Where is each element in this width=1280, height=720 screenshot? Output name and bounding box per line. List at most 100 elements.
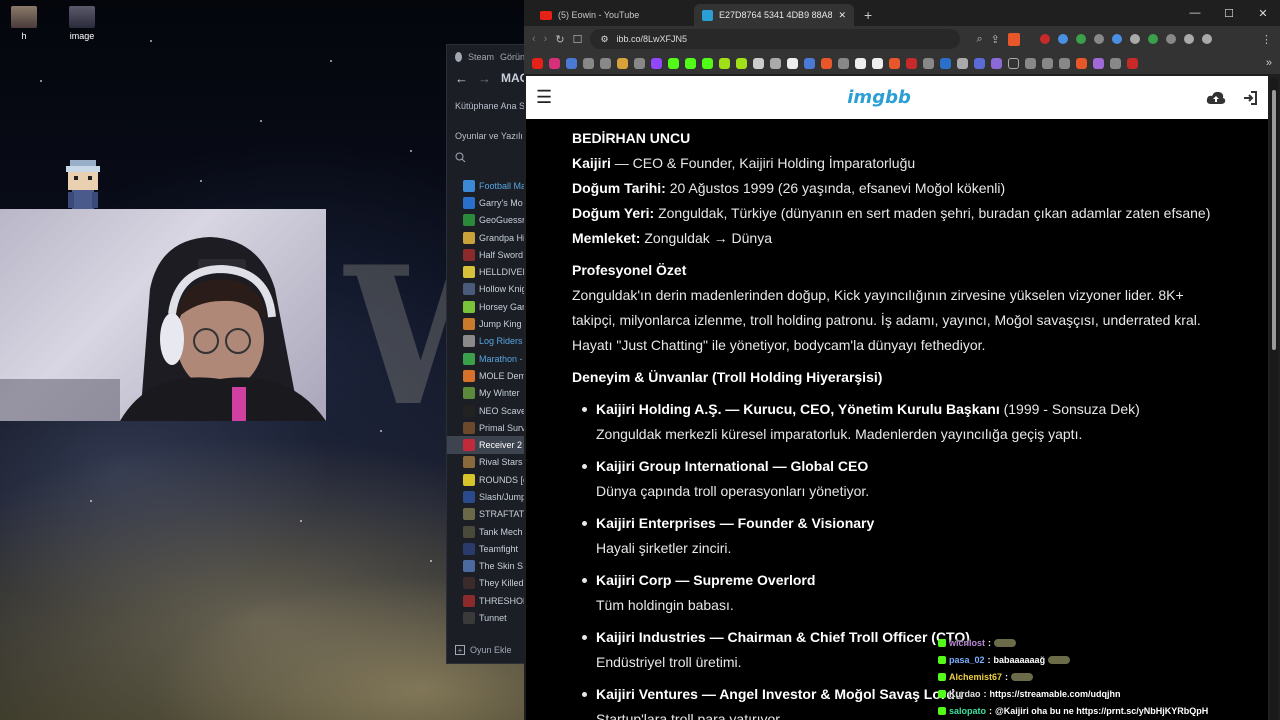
bookmark-icon[interactable] [1127,57,1138,69]
bookmark-icon[interactable] [1025,57,1036,69]
bookmark-icon[interactable] [855,57,866,69]
brave-shield-icon[interactable] [1007,32,1020,46]
bookmark-icon[interactable]: ☐ [573,33,583,46]
imgbb-logo[interactable]: imgbb [847,87,911,108]
bookmark-icon[interactable] [583,57,594,69]
bookmark-icon[interactable] [923,57,934,69]
bookmark-icon[interactable] [617,57,628,69]
close-window-icon[interactable]: ✕ [1246,0,1280,26]
bookmark-icon[interactable] [1059,57,1070,69]
game-name: Marathon - [479,353,523,364]
steam-game-item[interactable]: Primal Surv [447,419,525,436]
steam-game-item[interactable]: Tank Mech [447,523,525,540]
bookmark-icon[interactable] [940,57,951,69]
forward-arrow-icon[interactable]: → [478,71,491,86]
bookmark-icon[interactable] [600,57,611,69]
steam-game-item[interactable]: My Winter [447,385,525,402]
bookmark-youtube-icon[interactable] [532,57,543,69]
bookmark-icon[interactable] [974,57,985,69]
bookmark-instagram-icon[interactable] [549,57,560,69]
back-arrow-icon[interactable]: ← [455,71,468,86]
bookmark-kick-icon[interactable] [668,57,679,69]
close-tab-icon[interactable]: ✕ [838,10,846,21]
steam-game-item[interactable]: Jump King [447,315,525,332]
steam-game-item[interactable]: Tunnet [447,609,525,626]
steam-game-item[interactable]: Teamfight [447,540,525,557]
steam-game-item[interactable]: Rival Stars [447,454,525,471]
steam-game-item[interactable]: They Killed [447,575,525,592]
bookmark-twitch-icon[interactable] [651,57,662,69]
bookmark-icon[interactable] [1093,57,1104,69]
bookmark-icon[interactable] [1076,57,1087,69]
new-tab-button[interactable]: + [864,7,872,23]
add-game-button[interactable]: + Oyun Ekle [455,645,512,655]
bookmark-icon[interactable] [804,57,815,69]
bookmark-icon[interactable] [1110,57,1121,69]
page-scrollbar[interactable] [1270,78,1278,720]
steam-menu-view[interactable]: Görün [500,52,525,62]
back-icon[interactable]: ‹ [532,33,536,45]
upload-icon[interactable] [1206,90,1226,106]
steam-menu-steam[interactable]: Steam [468,52,494,62]
game-icon [463,490,475,503]
tab-youtube[interactable]: (5) Eowin - YouTube [532,4,692,26]
site-info-icon[interactable]: ⚙ [600,34,608,45]
forward-icon[interactable]: › [544,33,548,45]
bookmark-icon[interactable] [719,57,730,69]
scrollbar-thumb[interactable] [1272,90,1276,350]
bookmark-kick-icon[interactable] [702,57,713,69]
bookmark-icon[interactable] [770,57,781,69]
reload-icon[interactable]: ↻ [555,33,564,46]
bookmark-icon[interactable] [991,57,1002,69]
library-home-link[interactable]: Kütüphane Ana S [447,101,525,115]
steam-game-item[interactable]: NEO Scave [447,402,525,419]
bookmark-reddit-icon[interactable] [821,57,832,69]
bookmark-icon[interactable] [872,57,883,69]
tab-label: E27D8764 5341 4DB9 88A8 E80 [719,10,833,20]
bookmark-icon[interactable] [889,57,900,69]
steam-game-item[interactable]: Hollow Knig [447,281,525,298]
address-bar[interactable]: ⚙ ibb.co/8LwXFJN5 [590,29,961,49]
desktop-icon-h[interactable]: h [0,6,54,41]
bookmark-icon[interactable] [736,57,747,69]
steam-game-item[interactable]: Half Sword [447,246,525,263]
tab-imgbb[interactable]: E27D8764 5341 4DB9 88A8 E80 ✕ [694,4,854,26]
share-icon[interactable]: ⇪ [991,33,1000,46]
desktop-icon-image[interactable]: image [52,6,112,41]
bookmark-icon[interactable] [1008,57,1019,69]
steam-game-item[interactable]: Log Riders [447,333,525,350]
bookmark-translate-icon[interactable] [566,57,577,69]
games-filter-dropdown[interactable]: Oyunlar ve Yazılı [447,131,525,147]
zoom-icon[interactable]: ⌕ [976,33,982,46]
steam-game-item[interactable]: GeoGuessr [447,212,525,229]
search-icon[interactable] [447,147,525,167]
steam-game-item[interactable]: Grandpa Hi [447,229,525,246]
steam-game-item[interactable]: Football Ma [447,177,525,194]
bookmark-icon[interactable] [1042,57,1053,69]
bookmark-x-icon[interactable] [787,57,798,69]
sign-in-icon[interactable] [1242,90,1258,106]
menu-icon[interactable]: ⋮ [1261,33,1272,46]
more-bookmarks-icon[interactable]: » [1266,57,1272,69]
steam-game-item[interactable]: Horsey Gar [447,298,525,315]
steam-game-item[interactable]: Marathon - [447,350,525,367]
bookmark-icon[interactable] [838,57,849,69]
experience-item: Kaijiri Corp — Supreme Overlord Tüm holdi… [572,568,1268,618]
steam-game-item[interactable]: The Skin S [447,558,525,575]
minimize-icon[interactable]: — [1178,0,1212,26]
steam-game-item[interactable]: Receiver 2 [447,436,525,454]
steam-game-item[interactable]: ROUNDS [c [447,471,525,488]
steam-game-item[interactable]: THRESHOL [447,592,525,609]
steam-game-item[interactable]: HELLDIVER [447,263,525,280]
bookmark-icon[interactable] [906,57,917,69]
bookmark-icon[interactable] [634,57,645,69]
steam-game-item[interactable]: MOLE Dem [447,367,525,384]
maximize-icon[interactable]: ☐ [1212,0,1246,26]
steam-game-item[interactable]: Slash/Jump [447,488,525,505]
hamburger-menu-icon[interactable]: ☰ [536,87,552,108]
bookmark-kick-icon[interactable] [685,57,696,69]
steam-game-item[interactable]: Garry's Mo [447,194,525,211]
steam-game-item[interactable]: STRAFTAT [447,506,525,523]
bookmark-icon[interactable] [957,57,968,69]
bookmark-icon[interactable] [753,57,764,69]
